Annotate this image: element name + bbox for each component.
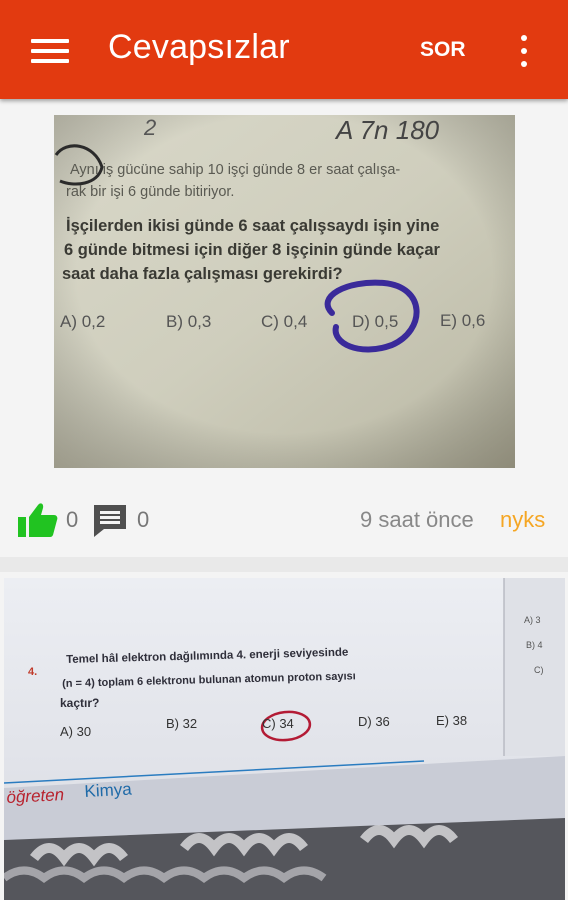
photo-option: E) 38 [436, 713, 468, 728]
photo-question-line: kaçtır? [60, 696, 100, 710]
question-photo[interactable]: 2 A 7n 180 Aynı iş gücüne sahip 10 işçi … [54, 115, 515, 468]
photo-option-circled: C) 34 [262, 716, 294, 731]
photo-intro-line: rak bir işi 6 günde bitiriyor. [66, 184, 235, 200]
hamburger-menu-icon[interactable] [31, 39, 69, 63]
photo-question-line: saat daha fazla çalışması gerekirdi? [62, 265, 343, 283]
photo-option: D) 36 [358, 714, 390, 729]
photo-option: A) 0,2 [60, 312, 106, 331]
photo-option: B) 32 [166, 716, 198, 731]
brand-text: Kimya [84, 779, 133, 801]
question-photo[interactable]: A) 3 B) 4 C) 4. Temel hâl elektron dağıl… [4, 578, 565, 900]
ask-question-button[interactable]: SOR [420, 38, 466, 62]
photo-option: C) 0,4 [261, 312, 308, 331]
photo-background: A) 3 B) 4 C) [4, 578, 565, 900]
svg-text:B) 4: B) 4 [526, 640, 543, 650]
photo-option: E) 0,6 [440, 311, 486, 330]
svg-text:C): C) [534, 665, 544, 675]
photo-question-line: 6 günde bitmesi için diğer 8 işçinin gün… [64, 241, 440, 259]
photo-option-circled: D) 0,5 [352, 312, 399, 331]
post-time: 9 saat önce [360, 507, 474, 532]
photo-option: A) 30 [60, 724, 92, 739]
app-bar: Cevapsızlar SOR [0, 0, 568, 99]
post-actions: 0 0 9 saat önce nyks [0, 499, 568, 543]
photo-option: B) 0,3 [166, 312, 212, 331]
photo-question-line: İşçilerden ikisi günde 6 saat çalışsaydı… [66, 217, 440, 235]
like-count: 0 [66, 507, 79, 532]
comment-count: 0 [137, 507, 150, 532]
thumbs-up-icon[interactable] [18, 502, 58, 538]
post-username[interactable]: nyks [500, 507, 545, 533]
brand-text: öğreten [6, 784, 65, 807]
page-title: Cevapsızlar [108, 28, 290, 66]
photo-question-number: 4. [28, 666, 38, 678]
svg-text:A) 3: A) 3 [524, 615, 541, 625]
more-vert-icon[interactable] [514, 33, 534, 69]
photo-handwriting: A 7n 180 [336, 115, 440, 145]
question-card[interactable]: A) 3 B) 4 C) 4. Temel hâl elektron dağıl… [0, 572, 568, 900]
photo-intro-line: Aynı iş gücüne sahip 10 işçi günde 8 er … [70, 162, 401, 178]
comment-icon[interactable] [92, 503, 128, 539]
question-card[interactable]: 2 A 7n 180 Aynı iş gücüne sahip 10 işçi … [0, 99, 568, 557]
photo-scribble: 2 [144, 115, 157, 140]
